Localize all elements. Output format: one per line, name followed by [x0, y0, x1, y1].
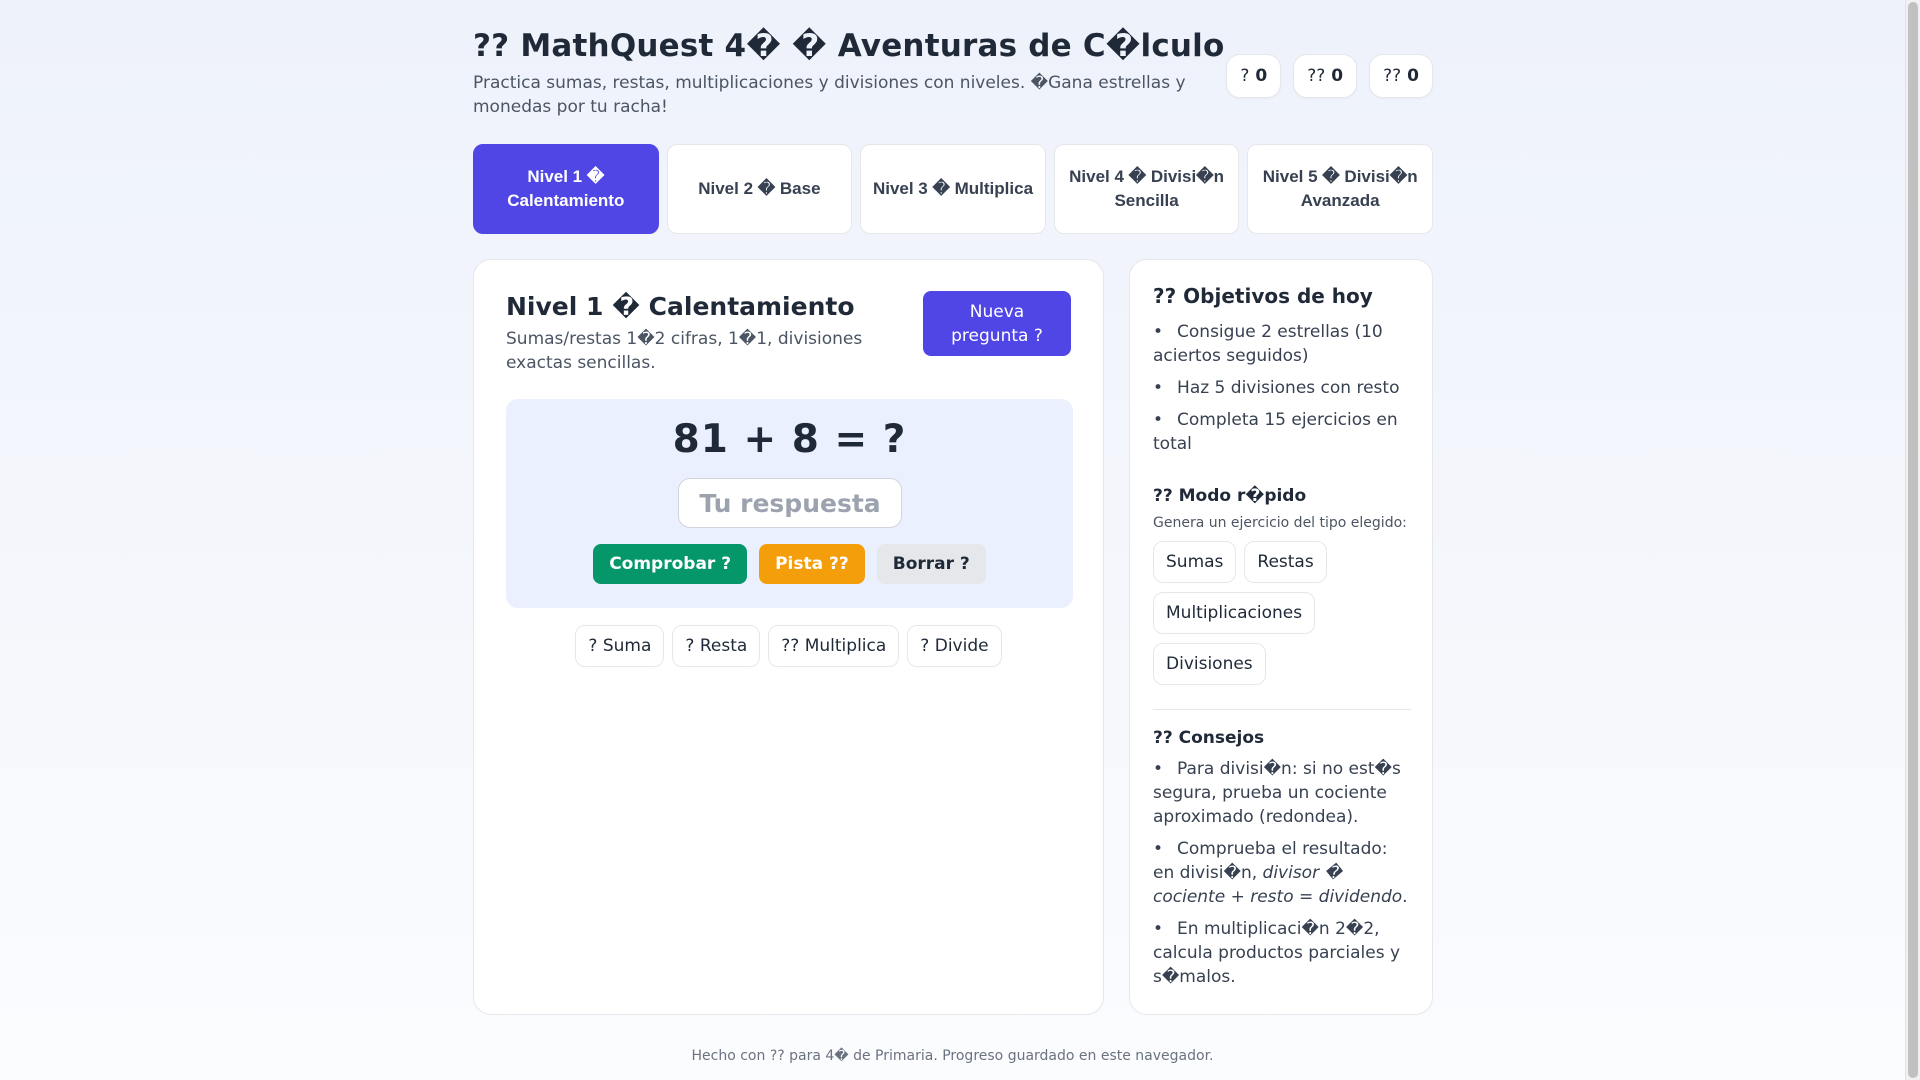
tips-title: ?? Consejos	[1153, 728, 1265, 748]
level-title: Nivel 1 � Calentamiento	[506, 292, 855, 321]
tip-item: Comprueba el resultado: en divisi�n, div…	[1153, 837, 1411, 909]
quick-divisions-button[interactable]: Divisiones	[1153, 643, 1266, 685]
check-button[interactable]: Comprobar ?	[593, 544, 748, 584]
page-title: ?? MathQuest 4� � Aventuras de C�lculo	[473, 28, 1225, 64]
level-description: Sumas/restas 1�2 cifras, 1�1, divisiones…	[506, 329, 863, 373]
answer-actions: Comprobar ? Pista ?? Borrar ?	[506, 544, 1073, 584]
goal-item: Completa 15 ejercicios en total	[1153, 408, 1411, 456]
operation-selector: ? Suma ? Resta ?? Multiplica ? Divide	[474, 625, 1103, 667]
exercise-card: Nivel 1 � Calentamiento Sumas/restas 1�2…	[473, 259, 1104, 1015]
stat-coins: ?? 0	[1293, 54, 1358, 98]
side-panel: ?? Objetivos de hoy Consigue 2 estrellas…	[1129, 259, 1433, 1015]
op-subtract-button[interactable]: ? Resta	[672, 625, 761, 667]
tip-text-end: .	[1402, 887, 1408, 907]
quick-mode-title: ?? Modo r�pido	[1153, 486, 1307, 506]
goals-title: ?? Objetivos de hoy	[1153, 284, 1373, 308]
level-tab-3[interactable]: Nivel 3 � Multiplica	[860, 144, 1046, 234]
answer-input[interactable]	[678, 478, 902, 528]
quick-sums-button[interactable]: Sumas	[1153, 541, 1237, 583]
question-text: 81 + 8 = ?	[672, 417, 907, 462]
page-subtitle: Practica sumas, restas, multiplicaciones…	[473, 73, 1186, 117]
op-divide-button[interactable]: ? Divide	[907, 625, 1002, 667]
question-panel: 81 + 8 = ? Comprobar ? Pista ?? Borrar ?	[506, 399, 1073, 608]
stats-bar: ? 0 ?? 0 ?? 0	[1226, 54, 1433, 98]
header: ?? MathQuest 4� � Aventuras de C�lculo P…	[473, 0, 1433, 144]
new-question-button[interactable]: Nueva pregunta ?	[923, 291, 1071, 356]
scrollbar-thumb[interactable]	[1908, 2, 1918, 1078]
level-tab-5[interactable]: Nivel 5 � Divisi�n Avanzada	[1247, 144, 1433, 234]
hint-button[interactable]: Pista ??	[759, 544, 865, 584]
goal-item: Haz 5 divisiones con resto	[1153, 376, 1411, 400]
level-tab-1[interactable]: Nivel 1 � Calentamiento	[473, 144, 659, 234]
op-multiply-button[interactable]: ?? Multiplica	[768, 625, 900, 667]
page-scrollbar[interactable]	[1905, 0, 1920, 1080]
footer: Hecho con ?? para 4� de Primaria. Progre…	[691, 1048, 1214, 1064]
quick-multiplications-button[interactable]: Multiplicaciones	[1153, 592, 1316, 634]
goals-list: Consigue 2 estrellas (10 aciertos seguid…	[1153, 320, 1411, 456]
tip-item: Para divisi�n: si no est�s segura, prueb…	[1153, 757, 1411, 829]
coin-icon: ??	[1307, 66, 1326, 86]
stat-coins-value: 0	[1331, 66, 1344, 86]
stat-stars-value: 0	[1255, 66, 1268, 86]
streak-icon: ??	[1383, 66, 1402, 86]
quick-subtractions-button[interactable]: Restas	[1244, 541, 1327, 583]
divider	[1153, 709, 1411, 710]
stat-streak-value: 0	[1407, 66, 1419, 86]
clear-button[interactable]: Borrar ?	[876, 544, 986, 584]
tips-list: Para divisi�n: si no est�s segura, prueb…	[1153, 757, 1411, 989]
app-container: ?? MathQuest 4� � Aventuras de C�lculo P…	[473, 0, 1433, 1015]
quick-mode-description: Genera un ejercicio del tipo elegido:	[1153, 515, 1407, 531]
stat-stars: ? 0	[1226, 54, 1282, 98]
stat-streak: ?? 0	[1369, 54, 1433, 98]
star-icon: ?	[1240, 66, 1250, 86]
goal-item: Consigue 2 estrellas (10 aciertos seguid…	[1153, 320, 1411, 368]
quick-mode-options: Sumas Restas Multiplicaciones Divisiones	[1153, 541, 1411, 685]
level-tab-4[interactable]: Nivel 4 � Divisi�n Sencilla	[1053, 144, 1240, 234]
tip-item: En multiplicaci�n 2�2, calcula productos…	[1153, 917, 1411, 989]
op-sum-button[interactable]: ? Suma	[575, 625, 665, 667]
level-tabs: Nivel 1 � Calentamiento Nivel 2 � Base N…	[473, 144, 1433, 234]
level-tab-2[interactable]: Nivel 2 � Base	[666, 144, 853, 234]
